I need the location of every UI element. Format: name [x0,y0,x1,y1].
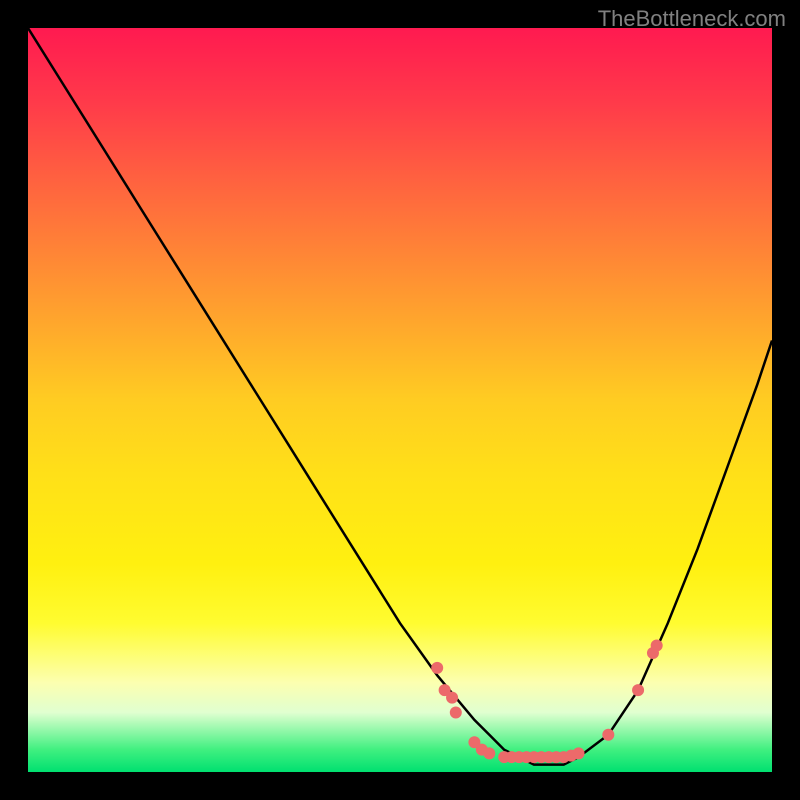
chart-marker [651,640,663,652]
chart-marker [602,729,614,741]
chart-markers [431,640,662,764]
chart-plot-area [28,28,772,772]
chart-marker [450,706,462,718]
chart-marker [446,692,458,704]
chart-marker [483,747,495,759]
watermark-text: TheBottleneck.com [598,6,786,32]
chart-marker [431,662,443,674]
chart-curve [28,28,772,765]
chart-marker [632,684,644,696]
chart-svg [28,28,772,772]
chart-marker [573,747,585,759]
